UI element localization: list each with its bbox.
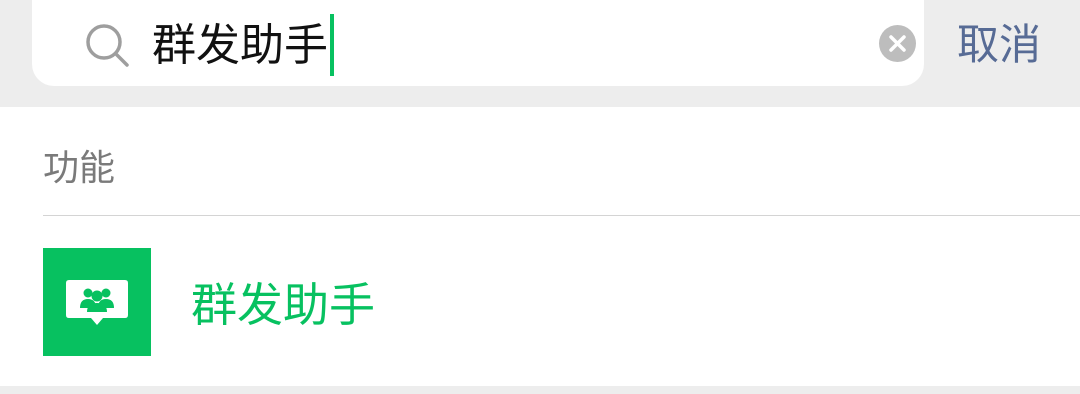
search-icon xyxy=(86,24,129,67)
search-result-item[interactable]: 群发助手 xyxy=(0,216,1080,386)
cancel-button[interactable]: 取消 xyxy=(957,18,1041,72)
clear-icon xyxy=(889,35,906,52)
result-title: 群发助手 xyxy=(191,278,375,332)
section-label-functions: 功能 xyxy=(43,148,116,189)
broadcast-group-icon xyxy=(43,248,151,356)
bottom-edge xyxy=(0,386,1080,394)
search-bar: 群发助手 取消 xyxy=(0,0,1080,107)
text-cursor xyxy=(330,14,334,76)
search-input[interactable]: 群发助手 xyxy=(32,0,924,86)
clear-search-button[interactable] xyxy=(879,25,916,62)
search-query-text: 群发助手 xyxy=(152,20,328,71)
